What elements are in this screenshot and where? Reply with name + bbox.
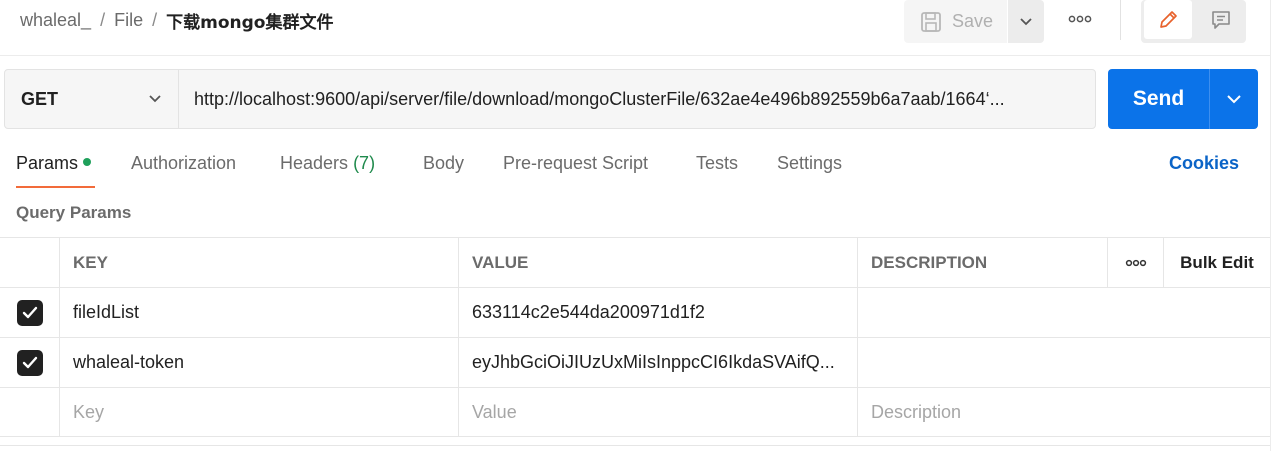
header-checkbox-cell [0,238,60,287]
scrollbar-track[interactable] [1270,0,1282,451]
tab-authorization[interactable]: Authorization [131,153,236,174]
tab-params[interactable]: Params [16,153,92,174]
tab-pre-request-script[interactable]: Pre-request Script [503,153,648,174]
save-dropdown-button[interactable] [1008,0,1044,43]
bulk-edit-button[interactable]: Bulk Edit [1164,238,1270,287]
new-description-input[interactable]: Description [858,388,1270,436]
param-key-input[interactable]: whaleal-token [60,338,459,387]
param-enabled-checkbox[interactable] [16,349,43,376]
view-toggle [1141,0,1246,43]
request-tabs: Params Authorization Headers (7) Body Pr… [0,148,1282,188]
table-row-new: Key Value Description [0,388,1282,437]
tab-body[interactable]: Body [423,153,464,174]
param-value-input[interactable]: 633114c2e544da200971d1f2 [459,288,858,337]
request-header: whaleal_ / File / 下载mongo集群文件 Save [0,0,1282,56]
send-group: Send [1108,69,1258,129]
floppy-disk-icon [921,11,941,32]
breadcrumb: whaleal_ / File / 下载mongo集群文件 [20,8,333,33]
table-row: fileIdList 633114c2e544da200971d1f2 [0,288,1282,338]
param-value-input[interactable]: eyJhbGciOiJIUzUxMiIsInppcCI6IkdaSVAifQ..… [459,338,858,387]
column-description-header: DESCRIPTION [858,238,1108,287]
more-horizontal-icon [1068,15,1092,23]
headers-count-badge: (7) [353,153,376,173]
chevron-down-icon [149,95,161,103]
param-key-text: fileIdList [73,302,140,322]
edit-mode-button[interactable] [1144,0,1192,39]
row-checkbox-cell [0,338,60,387]
comment-icon [1212,10,1230,29]
param-value-text: 633114c2e544da200971d1f2 [472,302,705,322]
query-params-table: KEY VALUE DESCRIPTION Bulk Edit fileIdLi… [0,237,1282,437]
tab-tests[interactable]: Tests [696,153,738,174]
request-title[interactable]: 下载mongo集群文件 [166,8,333,33]
breadcrumb-separator: / [152,9,158,30]
column-value-header: VALUE [459,238,858,287]
table-row: whaleal-token eyJhbGciOiJIUzUxMiIsInppcC… [0,338,1282,388]
save-group: Save [904,0,1044,43]
table-header-row: KEY VALUE DESCRIPTION Bulk Edit [0,238,1282,288]
checkmark-icon [22,306,37,318]
send-dropdown-button[interactable] [1209,69,1258,129]
save-label: Save [952,11,994,31]
method-label: GET [21,88,59,109]
breadcrumb-workspace[interactable]: whaleal_ [20,10,91,31]
param-description-input[interactable] [858,288,1270,337]
tab-headers-label: Headers [280,153,349,173]
param-enabled-checkbox[interactable] [16,299,43,326]
column-options-button[interactable] [1108,238,1164,287]
row-checkbox-cell [0,288,60,337]
breadcrumb-separator: / [100,9,106,30]
method-select[interactable]: GET [5,70,179,128]
new-value-input[interactable]: Value [459,388,858,436]
url-text: http://localhost:9600/api/server/file/do… [194,88,1005,109]
param-value-text: eyJhbGciOiJIUzUxMiIsInppcCI6IkdaSVAifQ..… [472,352,835,372]
pencil-icon [1160,10,1177,28]
more-actions-button[interactable] [1062,6,1098,32]
send-button[interactable]: Send [1108,69,1209,129]
more-horizontal-icon [1125,259,1146,266]
cookies-link[interactable]: Cookies [1169,153,1239,174]
chevron-down-icon [1020,17,1032,25]
params-active-dot [83,158,92,166]
tab-params-label: Params [16,153,79,173]
comments-button[interactable] [1197,0,1245,39]
tab-settings[interactable]: Settings [777,153,842,174]
active-tab-indicator [16,186,95,188]
param-description-input[interactable] [858,338,1270,387]
chevron-down-icon [1227,95,1241,104]
save-button[interactable]: Save [904,0,1007,43]
row-checkbox-cell [0,388,60,436]
param-key-input[interactable]: fileIdList [60,288,459,337]
column-key-header: KEY [60,238,459,287]
tab-headers[interactable]: Headers (7) [280,153,375,174]
request-bar: GET http://localhost:9600/api/server/fil… [4,69,1096,129]
checkmark-icon [22,356,37,368]
toolbar-divider [1120,0,1121,40]
query-params-title: Query Params [16,203,132,222]
breadcrumb-collection[interactable]: File [114,10,143,31]
param-key-text: whaleal-token [73,352,185,372]
new-key-input[interactable]: Key [60,388,459,436]
url-input[interactable]: http://localhost:9600/api/server/file/do… [179,70,1095,128]
panel-bottom-border [0,445,1282,446]
